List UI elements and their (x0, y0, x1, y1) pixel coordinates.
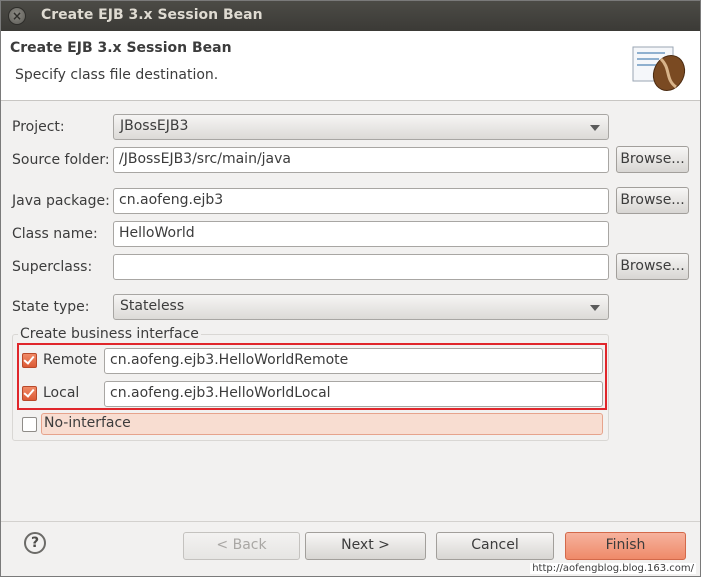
close-button[interactable]: × (8, 7, 26, 25)
back-button[interactable]: < Back (183, 532, 300, 560)
source-folder-input[interactable]: /JBossEJB3/src/main/java (113, 147, 609, 173)
no-interface-label[interactable]: No-interface (41, 413, 603, 435)
checkmark-icon (23, 386, 35, 398)
class-name-input[interactable]: HelloWorld (113, 221, 609, 247)
business-interface-legend: Create business interface (18, 326, 201, 342)
source-folder-browse-button[interactable]: Browse... (616, 146, 689, 173)
remote-label: Remote (43, 352, 98, 368)
no-interface-checkbox[interactable] (22, 417, 37, 432)
dialog-window: × Create EJB 3.x Session Bean Create EJB… (0, 0, 701, 577)
coffee-bean-icon (632, 46, 686, 92)
next-button[interactable]: Next > (305, 532, 426, 560)
button-bar-separator (1, 521, 700, 522)
superclass-label: Superclass: (12, 259, 93, 275)
superclass-browse-button[interactable]: Browse... (616, 253, 689, 280)
chevron-down-icon (590, 125, 600, 131)
local-checkbox[interactable] (22, 386, 37, 401)
finish-button[interactable]: Finish (565, 532, 686, 560)
state-type-combo[interactable]: Stateless (113, 294, 609, 320)
title-bar: × Create EJB 3.x Session Bean (1, 1, 700, 31)
source-folder-label: Source folder: (12, 152, 110, 168)
watermark-text: http://aofengblog.blog.163.com/ (530, 563, 696, 574)
remote-checkbox[interactable] (22, 353, 37, 368)
java-package-label: Java package: (12, 193, 110, 209)
local-interface-input[interactable]: cn.aofeng.ejb3.HelloWorldLocal (104, 381, 603, 407)
banner-subtitle: Specify class file destination. (15, 67, 219, 83)
chevron-down-icon (590, 305, 600, 311)
project-combo-value: JBossEJB3 (120, 118, 189, 134)
project-combo[interactable]: JBossEJB3 (113, 114, 609, 140)
project-label: Project: (12, 119, 65, 135)
local-label: Local (43, 385, 80, 401)
close-icon: × (11, 9, 23, 23)
window-title: Create EJB 3.x Session Bean (41, 7, 263, 23)
state-type-combo-value: Stateless (120, 298, 185, 314)
remote-interface-input[interactable]: cn.aofeng.ejb3.HelloWorldRemote (104, 348, 603, 374)
state-type-label: State type: (12, 299, 90, 315)
cancel-button[interactable]: Cancel (436, 532, 554, 560)
checkmark-icon (23, 353, 35, 365)
class-name-label: Class name: (12, 226, 98, 242)
banner-title: Create EJB 3.x Session Bean (10, 40, 232, 56)
superclass-input[interactable] (113, 254, 609, 280)
java-package-browse-button[interactable]: Browse... (616, 187, 689, 214)
java-package-input[interactable]: cn.aofeng.ejb3 (113, 188, 609, 214)
help-icon[interactable]: ? (24, 532, 46, 554)
wizard-banner: Create EJB 3.x Session Bean Specify clas… (1, 31, 700, 101)
